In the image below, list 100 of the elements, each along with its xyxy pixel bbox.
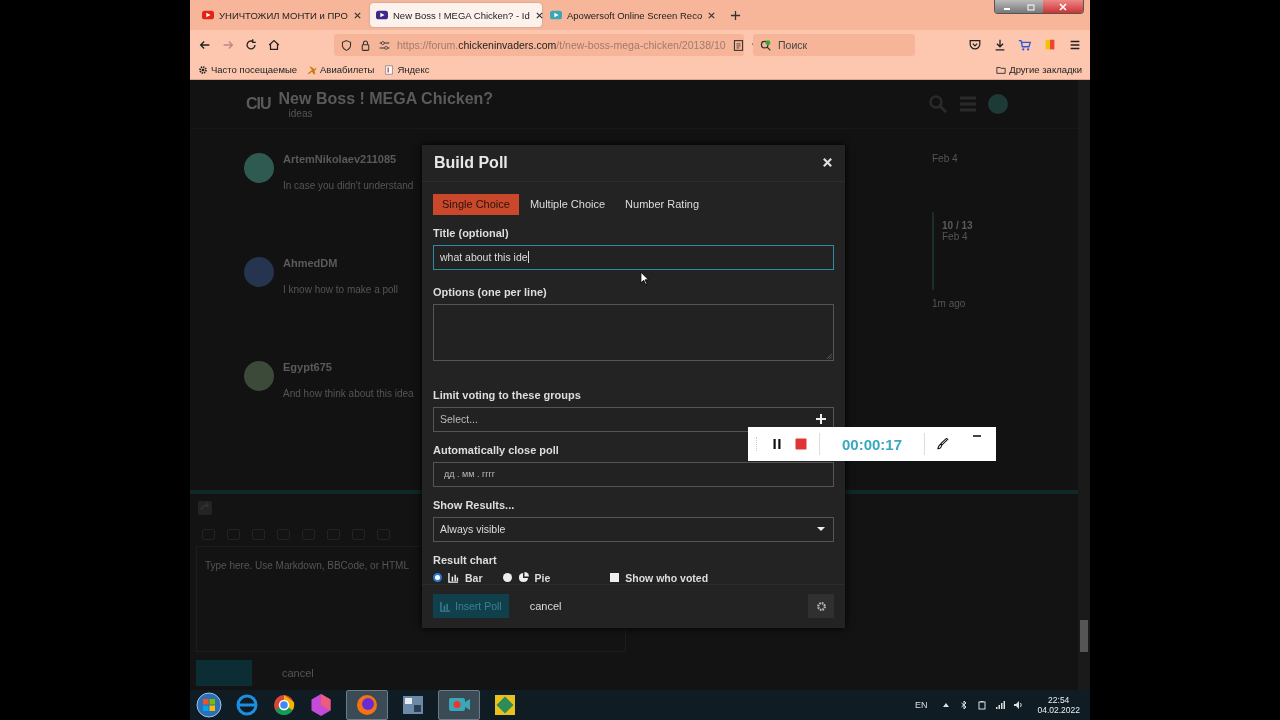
search-placeholder: Поиск [778, 39, 808, 51]
clock-time[interactable]: 22:54 [1048, 695, 1070, 705]
brush-icon[interactable] [937, 438, 950, 450]
close-tab-icon[interactable] [353, 10, 362, 20]
tab-title: УНИЧТОЖИЛ МОНТИ и ПРО [219, 9, 348, 21]
poll-type-tab[interactable]: Number Rating [616, 193, 709, 215]
photo-tiles-icon[interactable] [401, 693, 425, 717]
bookmark-link[interactable]: Авиабилеты [307, 64, 375, 75]
bar-chart-icon [448, 572, 459, 584]
field-label: Result chart [433, 553, 497, 566]
battery-icon[interactable] [977, 700, 988, 710]
restore-window-button[interactable] [1019, 0, 1043, 13]
scrollbar[interactable] [1078, 80, 1090, 690]
post-text: I know how to make a poll [283, 284, 399, 295]
new-tab-icon[interactable] [730, 9, 741, 21]
cancel-button[interactable]: cancel [523, 599, 568, 614]
bookmark-link[interactable]: Яндекс [384, 64, 430, 75]
other-bookmarks-link[interactable]: Другие закладки [996, 64, 1082, 75]
lock-icon[interactable] [359, 38, 372, 52]
reload-icon[interactable] [244, 38, 258, 52]
close-tab-icon[interactable] [707, 10, 717, 20]
download-icon[interactable] [993, 38, 1007, 52]
bookmark-link[interactable]: Часто посещаемые [198, 64, 298, 75]
tab-favicon-icon [376, 10, 388, 20]
hexagon-icon[interactable] [309, 693, 333, 717]
field-label: Title (optional) [433, 226, 509, 239]
stop-icon[interactable] [795, 438, 807, 450]
page-icon [384, 64, 395, 75]
browser-tab[interactable]: New Boss ! MEGA Chicken? - Id [370, 3, 542, 27]
minimize-button[interactable] [973, 435, 982, 437]
taskbar-button[interactable] [346, 690, 388, 720]
resize-grip-icon[interactable] [825, 351, 832, 359]
field-label: Automatically close poll [433, 443, 559, 456]
search-icon [759, 38, 772, 52]
poll-type-tab[interactable]: Multiple Choice [520, 193, 615, 215]
color-wheel-icon[interactable] [272, 693, 296, 717]
browser-tab[interactable]: УНИЧТОЖИЛ МОНТИ и ПРО [196, 3, 368, 27]
speaker-icon[interactable] [1013, 700, 1024, 710]
gear-icon [815, 600, 827, 612]
chart-type-option[interactable]: Bar [433, 571, 483, 584]
drag-handle[interactable] [756, 437, 759, 451]
dialog-title: Build Poll [434, 153, 508, 172]
poll-type-tab[interactable]: Single Choice [433, 193, 519, 215]
tab-title: Apowersoft Online Screen Reco [567, 9, 703, 21]
letter-e-icon[interactable] [235, 693, 259, 717]
tab-favicon-icon [550, 10, 562, 20]
checkbox[interactable] [610, 573, 620, 583]
minimize-window-button[interactable] [995, 0, 1019, 13]
clock-date[interactable]: 04.02.2022 [1037, 705, 1080, 715]
pocket-icon[interactable] [968, 38, 982, 52]
search-field[interactable]: Поиск [753, 34, 915, 56]
gear-icon [198, 64, 208, 75]
close-icon[interactable] [822, 157, 833, 169]
date-input[interactable]: дд . мм . гггг [433, 461, 834, 487]
groups-select[interactable]: Select... [433, 406, 834, 432]
recording-timer: 00:00:17 [841, 435, 904, 453]
start-button[interactable] [196, 692, 222, 718]
avatar-icon[interactable] [244, 153, 274, 183]
mouse-cursor-icon [640, 271, 649, 286]
diamond-tile-icon[interactable] [493, 693, 517, 717]
field-label: Show Results... [433, 498, 515, 511]
settings-button[interactable] [808, 594, 834, 619]
tab-title: New Boss ! MEGA Chicken? - Id [393, 9, 530, 21]
tab-favicon-icon [202, 10, 214, 20]
shield-icon[interactable] [340, 38, 353, 52]
post-text: And how think about this idea [283, 388, 414, 399]
airplane-icon [307, 64, 318, 75]
pie-chart-icon [517, 572, 529, 584]
menu-icon[interactable] [1068, 38, 1082, 52]
plus-icon [816, 414, 826, 425]
field-label: Options (one per line) [433, 285, 547, 298]
url-text: https://forum.chickeninvaders.com/t/new-boss-mega-chicken/20138/10 [397, 39, 726, 51]
language-indicator[interactable]: EN [914, 700, 928, 710]
browser-tab[interactable]: Apowersoft Online Screen Reco [544, 3, 716, 27]
folder-icon [996, 64, 1007, 75]
back-icon[interactable] [198, 38, 212, 52]
topic-title: New Boss ! MEGA Chicken? [278, 89, 494, 108]
close-window-button[interactable] [1043, 0, 1083, 13]
permissions-icon[interactable] [378, 38, 391, 52]
radio-button[interactable] [502, 573, 512, 583]
restore-icon [1026, 2, 1036, 11]
bar-chart-icon [440, 600, 451, 612]
results-dropdown[interactable]: Always visible [433, 516, 834, 542]
cart-icon[interactable] [1018, 38, 1032, 52]
post-text: In case you didn't understand [283, 180, 414, 191]
globe-icon [355, 693, 379, 717]
close-icon [1058, 2, 1068, 11]
reply-icon [198, 501, 212, 515]
close-tab-icon[interactable] [534, 10, 544, 20]
radio-button[interactable] [433, 573, 442, 583]
bookmark-flag-icon[interactable] [1043, 38, 1057, 52]
taskbar-button[interactable] [438, 690, 480, 720]
title-input[interactable]: what about this ide [433, 244, 834, 270]
field-label: Limit voting to these groups [433, 388, 581, 401]
reader-view-icon[interactable] [731, 38, 745, 52]
pause-icon[interactable] [771, 438, 783, 450]
signal-icon[interactable] [995, 700, 1006, 710]
chart-type-option[interactable]: Pie [502, 571, 551, 584]
home-icon[interactable] [267, 38, 281, 52]
timeline-date: Feb 4 [942, 231, 969, 242]
